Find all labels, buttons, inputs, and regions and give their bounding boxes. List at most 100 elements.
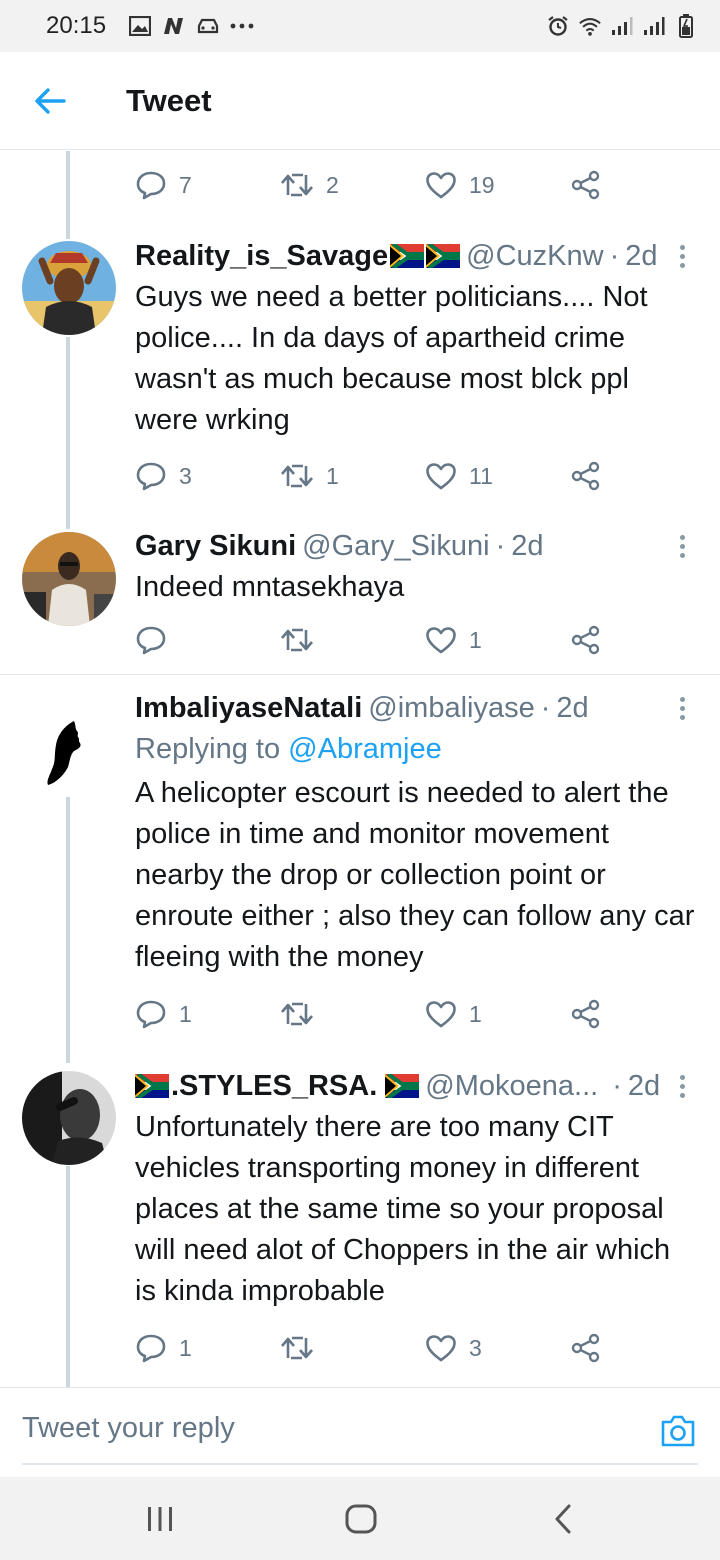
more-options-button[interactable] [672,1071,692,1101]
share-button[interactable] [571,1328,601,1368]
heart-icon [426,463,456,490]
more-options-button[interactable] [672,531,692,561]
wifi-icon [578,14,602,38]
share-icon [571,461,600,491]
share-icon [571,1333,600,1363]
share-icon [571,625,600,655]
reply-button[interactable]: 3 [135,456,192,496]
back-nav-button[interactable] [541,1497,585,1541]
heart-icon [426,1001,456,1028]
reply-composer: Tweet your reply [0,1387,720,1475]
more-options-button[interactable] [672,241,692,271]
author-name[interactable]: Gary Sikuni [135,529,296,563]
tweet-text: Guys we need a better politicians.... No… [135,281,648,436]
reply-count: 7 [179,171,192,198]
avatar[interactable] [22,532,116,626]
alarm-icon [546,14,570,38]
reply-icon [136,626,166,655]
signal-icon [642,14,666,38]
reply-icon [136,1000,166,1029]
avatar[interactable] [22,1071,116,1165]
like-button[interactable]: 11 [425,456,493,496]
retweet-count: 2 [326,171,339,198]
thread-line [66,151,70,239]
like-count: 11 [469,462,493,489]
author-handle[interactable]: @Gary_Sikuni [302,529,489,563]
author-handle[interactable]: @CuzKnw [466,239,603,273]
heart-icon [426,627,456,654]
more-options-button[interactable] [672,693,692,723]
separator-dot: · [609,240,620,272]
share-button[interactable] [571,165,601,205]
tweet-text: Unfortunately there are too many CIT veh… [135,1111,671,1307]
author-name[interactable]: ImbaliyaseNatali [135,691,362,725]
tweet-actions: 3 1 11 [135,456,605,496]
gallery-icon [128,14,152,38]
status-time: 20:15 [46,12,107,39]
author-name[interactable]: Reality_is_Savage [135,239,388,273]
replying-to: Replying to @Abramjee [135,729,690,769]
retweet-button[interactable] [280,1328,326,1368]
share-button[interactable] [571,994,601,1034]
reply-input[interactable]: Tweet your reply [22,1412,235,1445]
tweet-time: 2d [625,240,658,272]
author-name[interactable]: .STYLES_RSA. [171,1069,377,1103]
more-dots-icon [230,14,254,38]
tweet-item[interactable]: .STYLES_RSA. @Mokoena... · 2d Unfortunat… [0,1069,720,1387]
share-button[interactable] [571,620,601,660]
heart-icon [426,1335,456,1362]
reply-button[interactable] [135,620,179,660]
author-handle[interactable]: @Mokoena... [425,1069,598,1103]
reply-count: 3 [179,462,192,489]
like-button[interactable]: 1 [425,994,482,1034]
separator-dot: · [612,1070,622,1102]
like-count: 3 [469,1334,482,1361]
tweet-time: 2d [627,1070,661,1102]
separator-dot: · [495,530,506,562]
reply-button[interactable]: 1 [135,1328,192,1368]
back-button[interactable] [0,52,100,150]
south-africa-flag-icon [135,1074,169,1098]
home-button[interactable] [339,1497,383,1541]
like-button[interactable]: 3 [425,1328,482,1368]
app-header: Tweet [0,52,720,150]
reply-icon [136,171,166,200]
heart-icon [426,172,456,199]
tweet-item[interactable]: ImbaliyaseNatali @imbaliyase · 2d Replyi… [0,691,720,1061]
like-button[interactable]: 1 [425,620,482,660]
reply-timeline[interactable]: 7 2 19 Reality_is_Savage @CuzKnw · 2d Gu… [0,151,720,1387]
like-count: 1 [469,626,482,653]
retweet-button[interactable] [280,994,326,1034]
system-navbar [0,1477,720,1560]
page-title: Tweet [126,82,212,118]
retweet-button[interactable]: 1 [280,456,339,496]
retweet-icon [281,464,313,488]
south-africa-flag-icon [390,244,425,268]
tweet-item[interactable]: Gary Sikuni @Gary_Sikuni · 2d Indeed mnt… [0,529,720,674]
replying-to-mention[interactable]: @Abramjee [288,733,442,765]
avatar[interactable] [22,241,116,335]
tweet-item[interactable]: Reality_is_Savage @CuzKnw · 2d Guys we n… [0,239,720,529]
share-icon [571,170,600,200]
reply-button[interactable]: 7 [135,165,192,205]
like-button[interactable]: 19 [425,165,495,205]
tweet-actions: 7 2 19 [135,165,605,205]
recent-apps-button[interactable] [138,1497,182,1541]
avatar[interactable] [22,703,116,797]
retweet-button[interactable]: 2 [280,165,339,205]
camera-button[interactable] [660,1414,696,1448]
author-handle[interactable]: @imbaliyase [368,691,534,725]
retweet-icon [281,628,313,652]
car-icon [196,14,220,38]
battery-icon [674,14,698,38]
retweet-count: 1 [326,462,339,489]
reply-icon [136,462,166,491]
reply-count: 1 [179,1000,192,1027]
retweet-button[interactable] [280,620,326,660]
reply-button[interactable]: 1 [135,994,192,1034]
divider [0,674,720,675]
tweet-time: 2d [556,692,589,724]
tweet-time: 2d [511,530,544,562]
share-button[interactable] [571,456,601,496]
separator-dot: · [540,692,551,724]
